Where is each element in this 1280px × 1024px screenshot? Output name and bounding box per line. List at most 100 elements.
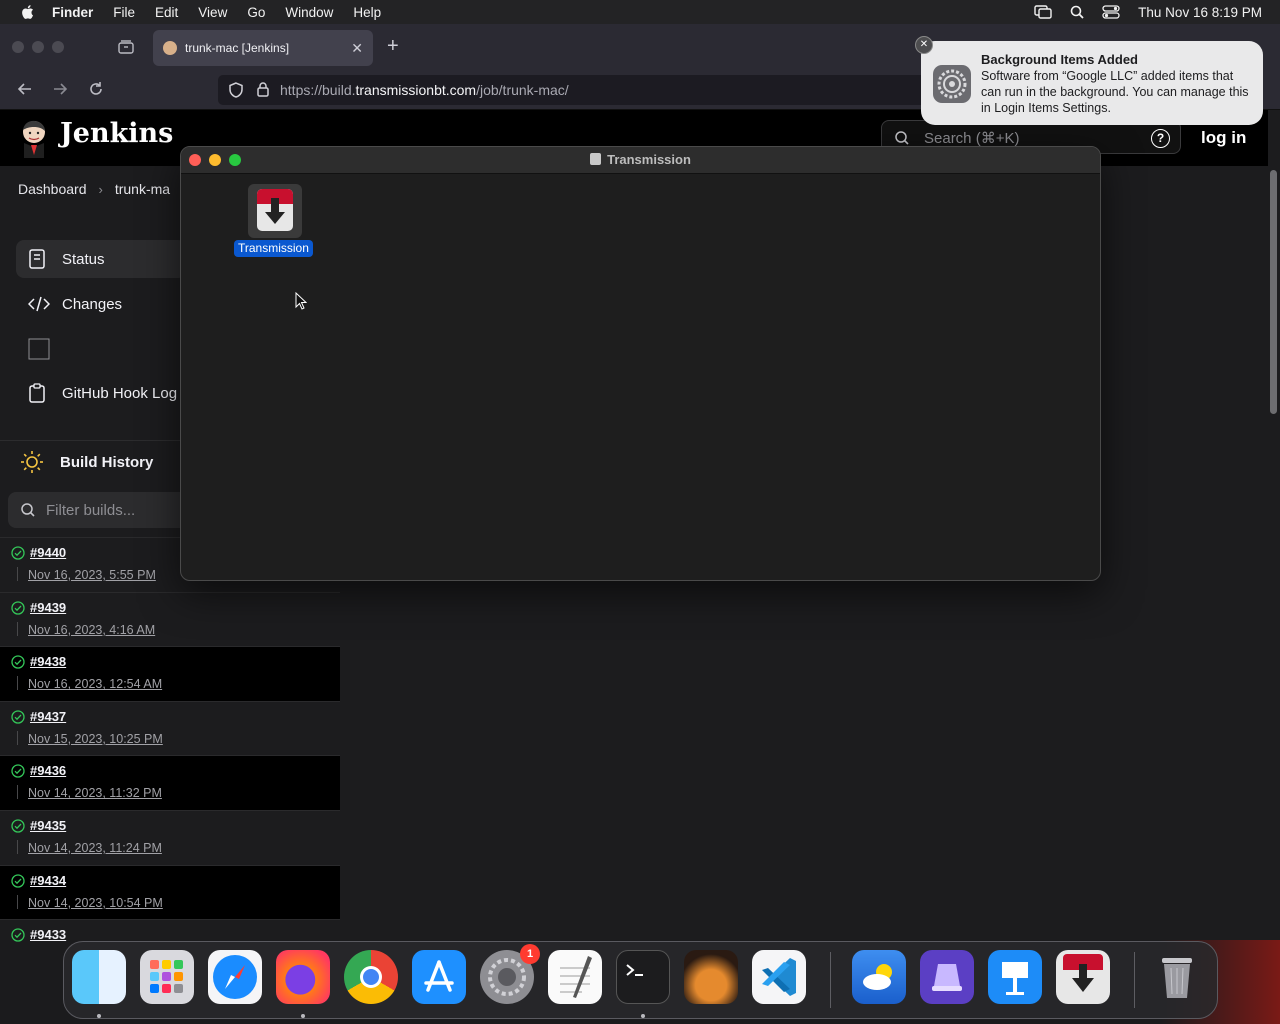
notification-close-icon[interactable]: ✕ xyxy=(915,36,933,54)
breadcrumb: Dashboard › trunk-ma xyxy=(18,181,170,197)
build-date-link[interactable]: Nov 15, 2023, 10:25 PM xyxy=(28,732,163,746)
dock-chrome-icon[interactable] xyxy=(344,950,398,1004)
jenkins-logo-icon[interactable] xyxy=(18,118,50,158)
running-indicator xyxy=(641,1014,645,1018)
url-text[interactable]: https://build.transmissionbt.com/job/tru… xyxy=(280,82,569,98)
list-item: #9433 xyxy=(0,919,340,942)
apple-icon[interactable] xyxy=(20,4,34,20)
clipboard-icon xyxy=(29,383,45,403)
dock-launchpad-icon[interactable] xyxy=(140,950,194,1004)
build-number-link[interactable]: #9436 xyxy=(30,763,66,778)
filter-builds-input[interactable]: Filter builds... xyxy=(8,492,208,528)
help-icon[interactable]: ? xyxy=(1151,129,1170,148)
dock-app-store-icon[interactable] xyxy=(412,950,466,1004)
dock-safari-icon[interactable] xyxy=(208,950,262,1004)
menu-view[interactable]: View xyxy=(198,5,227,20)
browser-tab[interactable]: trunk-mac [Jenkins] ✕ xyxy=(153,30,373,66)
code-icon xyxy=(28,296,50,312)
sidebar-item-status[interactable]: Status xyxy=(16,240,186,278)
build-history-header[interactable]: Build History xyxy=(20,450,153,474)
jenkins-title[interactable]: Jenkins xyxy=(60,118,173,149)
success-check-icon xyxy=(11,546,25,560)
list-item: #9436 Nov 14, 2023, 11:32 PM xyxy=(0,755,340,810)
notification-banner[interactable]: ✕ Background Items Added Software from “… xyxy=(915,36,1263,125)
sidebar-item-empty[interactable] xyxy=(16,330,186,368)
tab-close-icon[interactable]: ✕ xyxy=(351,40,363,57)
notification-title: Background Items Added xyxy=(981,52,1138,67)
dock-weather-icon[interactable] xyxy=(852,950,906,1004)
dock-vscode-icon[interactable] xyxy=(752,950,806,1004)
transmission-app-label[interactable]: Transmission xyxy=(234,240,313,257)
lock-icon[interactable] xyxy=(256,81,270,98)
dock-system-settings-icon[interactable]: 1 xyxy=(480,944,540,1004)
status-icon xyxy=(29,249,45,269)
build-number-link[interactable]: #9440 xyxy=(30,545,66,560)
tab-overview-icon[interactable] xyxy=(117,38,135,56)
menu-clock[interactable]: Thu Nov 16 8:19 PM xyxy=(1138,5,1262,20)
search-placeholder: Search (⌘+K) xyxy=(924,130,1020,147)
finder-window-title: Transmission xyxy=(181,152,1100,167)
build-date-link[interactable]: Nov 16, 2023, 4:16 AM xyxy=(28,623,155,637)
dock-notability-icon[interactable] xyxy=(920,950,974,1004)
list-item: #9437 Nov 15, 2023, 10:25 PM xyxy=(0,700,340,756)
reload-icon[interactable] xyxy=(87,80,105,98)
transmission-app-icon[interactable] xyxy=(248,184,302,238)
jenkins-favicon-icon xyxy=(163,41,177,55)
sidebar-item-github-hook-log[interactable]: GitHub Hook Log xyxy=(16,374,186,412)
build-number-link[interactable]: #9434 xyxy=(30,873,66,888)
dock-firefox-icon[interactable] xyxy=(276,950,330,1004)
timeline-line xyxy=(17,676,18,691)
build-date-link[interactable]: Nov 16, 2023, 5:55 PM xyxy=(28,568,156,582)
window-zoom-button[interactable] xyxy=(52,41,64,53)
success-check-icon xyxy=(11,819,25,833)
menu-window[interactable]: Window xyxy=(285,5,333,20)
login-link[interactable]: log in xyxy=(1201,128,1246,148)
list-item: #9435 Nov 14, 2023, 11:24 PM xyxy=(0,809,340,865)
spotlight-icon[interactable] xyxy=(1070,5,1084,19)
control-center-icon[interactable] xyxy=(1102,5,1120,19)
timeline-line xyxy=(17,621,18,636)
dock-trash-icon[interactable] xyxy=(1150,950,1204,1004)
build-date-link[interactable]: Nov 14, 2023, 11:24 PM xyxy=(28,841,162,855)
dock-terminal-icon[interactable] xyxy=(616,950,670,1004)
page-scrollbar[interactable] xyxy=(1268,110,1280,940)
dock-textedit-icon[interactable] xyxy=(548,950,602,1004)
build-date-link[interactable]: Nov 14, 2023, 11:32 PM xyxy=(28,786,162,800)
sidebar-item-changes[interactable]: Changes xyxy=(16,285,186,323)
build-number-link[interactable]: #9435 xyxy=(30,818,66,833)
window-close-button[interactable] xyxy=(12,41,24,53)
breadcrumb-dashboard[interactable]: Dashboard xyxy=(18,181,87,197)
build-date-link[interactable]: Nov 16, 2023, 12:54 AM xyxy=(28,677,162,691)
list-item: #9439 Nov 16, 2023, 4:16 AM xyxy=(0,591,340,647)
dock-transmission-icon[interactable] xyxy=(1056,950,1110,1004)
build-number-link[interactable]: #9439 xyxy=(30,600,66,615)
build-date-link[interactable]: Nov 14, 2023, 10:54 PM xyxy=(28,896,163,910)
menu-go[interactable]: Go xyxy=(247,5,265,20)
menu-help[interactable]: Help xyxy=(353,5,381,20)
sidebar-item-label: Status xyxy=(62,250,105,268)
notification-body: Software from “Google LLC” added items t… xyxy=(981,69,1249,115)
tab-title: trunk-mac [Jenkins] xyxy=(185,41,290,55)
build-number-link[interactable]: #9438 xyxy=(30,654,66,669)
breadcrumb-job[interactable]: trunk-ma xyxy=(115,181,170,197)
timeline-line xyxy=(17,839,18,854)
finder-titlebar[interactable]: Transmission xyxy=(181,147,1100,174)
build-number-link[interactable]: #9433 xyxy=(30,927,66,942)
build-number-link[interactable]: #9437 xyxy=(30,709,66,724)
dock-garageband-icon[interactable] xyxy=(684,950,738,1004)
dock-keynote-icon[interactable] xyxy=(988,950,1042,1004)
forward-arrow-icon[interactable] xyxy=(51,80,69,98)
menu-edit[interactable]: Edit xyxy=(155,5,178,20)
dock-separator xyxy=(830,952,831,1008)
success-check-icon xyxy=(11,928,25,942)
window-minimize-button[interactable] xyxy=(32,41,44,53)
dock-finder-icon[interactable] xyxy=(72,950,126,1004)
menu-app-finder[interactable]: Finder xyxy=(52,5,93,20)
screen-mirroring-icon[interactable] xyxy=(1034,5,1052,19)
new-tab-button[interactable]: + xyxy=(387,36,399,56)
menu-file[interactable]: File xyxy=(113,5,135,20)
tracking-protection-shield-icon[interactable] xyxy=(228,82,244,98)
back-arrow-icon[interactable] xyxy=(16,80,34,98)
scrollbar-thumb[interactable] xyxy=(1270,170,1277,414)
finder-window[interactable]: Transmission Transmission xyxy=(180,146,1101,581)
